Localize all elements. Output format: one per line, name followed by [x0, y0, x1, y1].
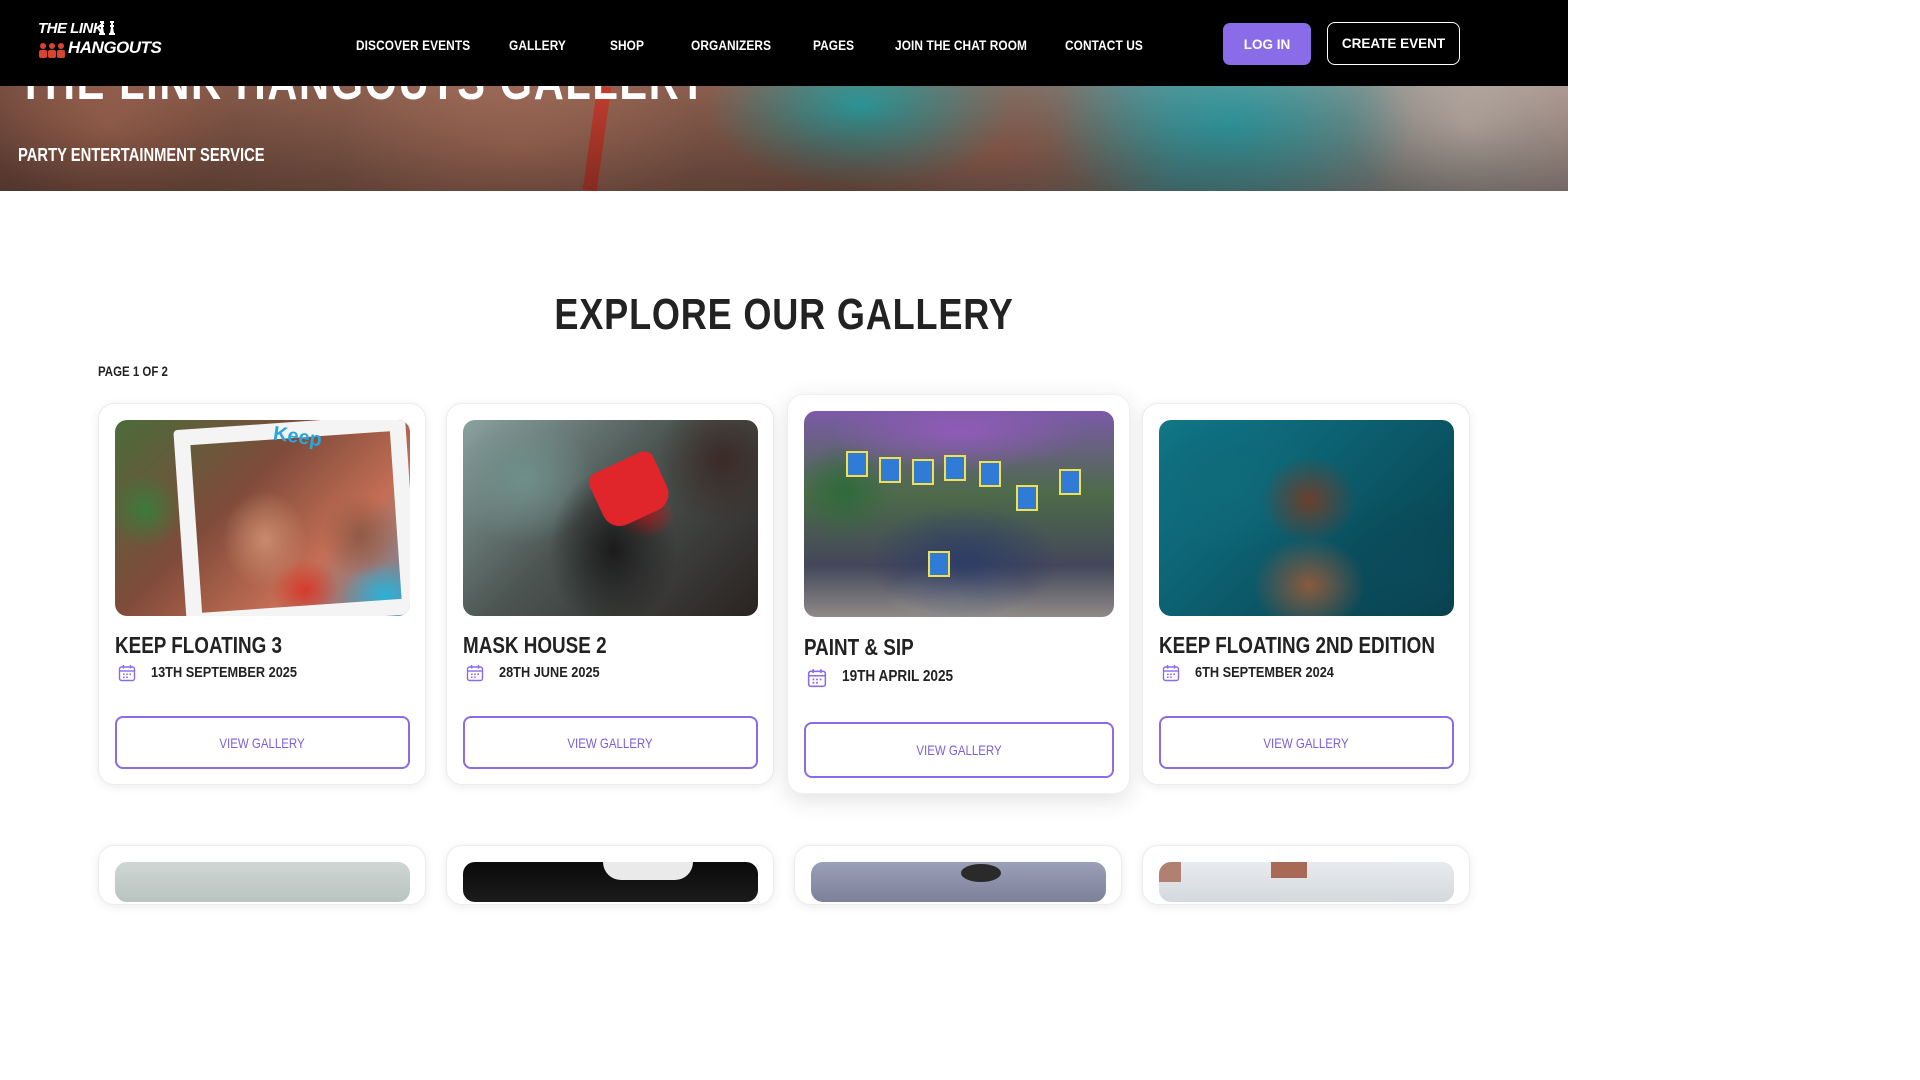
hero-title: THE LINK HANGOUTS GALLERY — [18, 86, 708, 112]
view-gallery-label: VIEW GALLERY — [219, 734, 306, 751]
gallery-card-date: 6TH SEPTEMBER 2024 — [1195, 664, 1334, 681]
calendar-icon — [118, 665, 136, 682]
gallery-card — [794, 845, 1122, 905]
photo-detail — [979, 461, 1001, 487]
photo-detail — [879, 457, 901, 483]
site-logo[interactable]: THE LINK HANGOUTS — [38, 18, 162, 62]
section-title: EXPLORE OUR GALLERY — [0, 290, 1568, 340]
photo-detail — [1059, 469, 1081, 495]
view-gallery-button[interactable]: VIEW GALLERY — [804, 722, 1114, 778]
photo-detail — [585, 448, 675, 532]
gallery-card — [98, 845, 426, 905]
gallery-card: KEEP FLOATING 2ND EDITION 6TH SEPTEMBER … — [1142, 403, 1470, 785]
photo-detail — [1016, 485, 1038, 511]
photo-frame-prop — [173, 420, 410, 616]
people-icon — [39, 43, 65, 58]
gallery-card-title: KEEP FLOATING 3 — [115, 632, 282, 658]
view-gallery-label: VIEW GALLERY — [916, 742, 1002, 758]
gallery-card-date: 28TH JUNE 2025 — [499, 664, 600, 681]
calendar-icon — [1162, 665, 1180, 682]
view-gallery-label: VIEW GALLERY — [1263, 734, 1350, 751]
logo-line-2: HANGOUTS — [68, 38, 162, 57]
section-title-text: EXPLORE OUR GALLERY — [554, 290, 1014, 339]
photo-detail — [1159, 862, 1181, 882]
gallery-card-title: PAINT & SIP — [804, 634, 914, 660]
view-gallery-button[interactable]: VIEW GALLERY — [463, 716, 758, 769]
gallery-card — [1142, 845, 1470, 905]
calendar-icon — [466, 665, 484, 682]
gallery-card — [446, 845, 774, 905]
create-event-button[interactable]: CREATE EVENT — [1327, 22, 1460, 65]
view-gallery-button[interactable]: VIEW GALLERY — [1159, 716, 1454, 769]
logo-line-1: THE LINK — [38, 20, 104, 37]
gallery-card-photo[interactable] — [463, 862, 758, 902]
photo-detail — [603, 862, 693, 880]
gallery-card-photo[interactable] — [811, 862, 1106, 902]
hero-subtitle: PARTY ENTERTAINMENT SERVICE — [18, 145, 265, 165]
calendar-icon — [807, 669, 827, 688]
photo-detail — [961, 864, 1001, 882]
view-gallery-button[interactable]: VIEW GALLERY — [115, 716, 410, 769]
gallery-card-photo[interactable]: Keep — [115, 420, 410, 616]
photo-detail — [1271, 862, 1307, 878]
nav-gallery[interactable]: GALLERY — [509, 38, 566, 53]
photo-detail — [928, 551, 950, 577]
gallery-card: PAINT & SIP 19TH APRIL 2025 VIEW GALLERY — [787, 394, 1130, 794]
gallery-card-title: MASK HOUSE 2 — [463, 632, 607, 658]
nav-organizers[interactable]: ORGANIZERS — [691, 38, 771, 53]
gallery-card-photo[interactable] — [463, 420, 758, 616]
gallery-card-title: KEEP FLOATING 2ND EDITION — [1159, 632, 1435, 658]
page-indicator: PAGE 1 OF 2 — [98, 364, 168, 379]
login-button[interactable]: LOG IN — [1223, 23, 1311, 65]
nav-join-chat-room[interactable]: JOIN THE CHAT ROOM — [895, 38, 1027, 53]
nav-shop[interactable]: SHOP — [610, 38, 644, 53]
nav-pages[interactable]: PAGES — [813, 38, 854, 53]
gallery-card-date: 13TH SEPTEMBER 2025 — [151, 664, 297, 681]
top-navigation-bar: THE LINK HANGOUTS DISCOVER EVENTS GALLER… — [0, 0, 1568, 86]
chess-pieces-icon — [99, 21, 115, 35]
gallery-card-photo[interactable] — [1159, 862, 1454, 902]
gallery-card: MASK HOUSE 2 28TH JUNE 2025 VIEW GALLERY — [446, 403, 774, 785]
gallery-card: Keep KEEP FLOATING 3 13TH SEPTEMBER 2025… — [98, 403, 426, 785]
nav-contact-us[interactable]: CONTACT US — [1065, 38, 1143, 53]
hero-banner: THE LINK HANGOUTS GALLERY PARTY ENTERTAI… — [0, 86, 1568, 191]
view-gallery-label: VIEW GALLERY — [567, 734, 654, 751]
gallery-card-photo[interactable] — [115, 862, 410, 902]
photo-detail — [944, 455, 966, 481]
photo-detail — [846, 451, 868, 477]
photo-detail — [912, 459, 934, 485]
gallery-card-date: 19TH APRIL 2025 — [842, 668, 954, 685]
nav-discover-events[interactable]: DISCOVER EVENTS — [356, 38, 470, 53]
gallery-card-photo[interactable] — [804, 411, 1114, 617]
gallery-card-photo[interactable] — [1159, 420, 1454, 616]
